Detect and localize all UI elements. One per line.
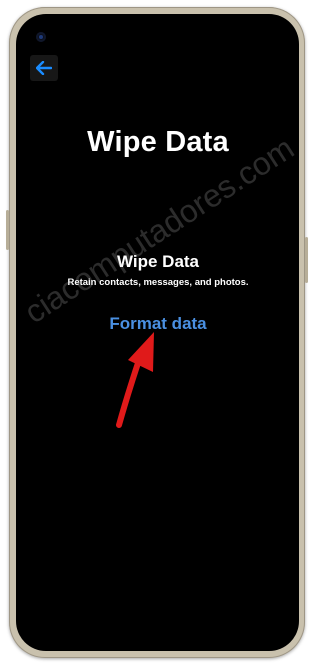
page-title: Wipe Data xyxy=(87,126,229,158)
wipe-data-option-title[interactable]: Wipe Data xyxy=(0,252,316,272)
back-arrow-icon xyxy=(36,61,52,75)
wipe-data-option-description: Retain contacts, messages, and photos. xyxy=(67,277,249,288)
volume-button xyxy=(6,210,9,250)
back-button[interactable] xyxy=(30,55,58,81)
front-camera xyxy=(36,32,46,42)
format-data-link[interactable]: Format data xyxy=(0,314,316,334)
